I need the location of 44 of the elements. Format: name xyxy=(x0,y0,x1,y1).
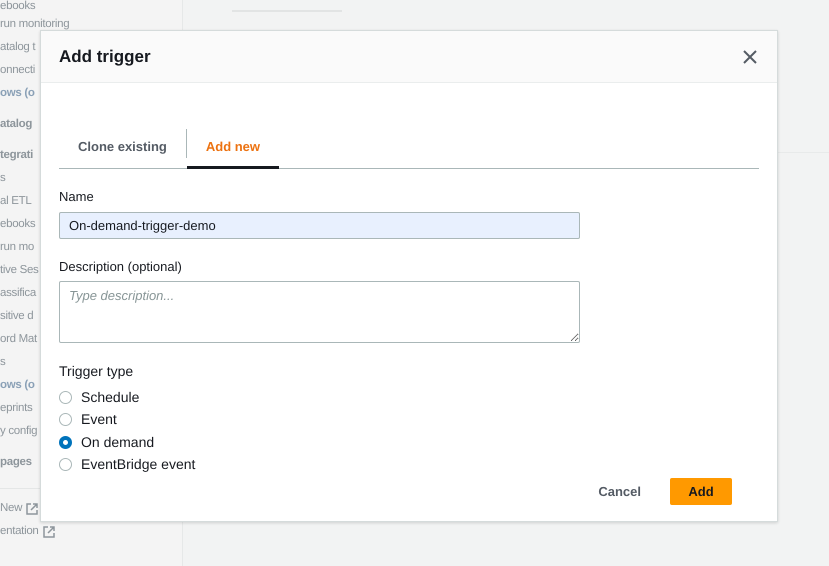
radio-label: Schedule xyxy=(81,388,140,407)
tab[interactable]: Add new xyxy=(186,127,280,169)
sidebar-link[interactable]: s xyxy=(0,351,6,374)
add-button[interactable]: Add xyxy=(670,478,732,505)
external-link-icon xyxy=(26,502,38,514)
sidebar-heading: atalog xyxy=(0,117,32,132)
sidebar-link[interactable]: ord Mat xyxy=(0,328,37,351)
sidebar-link[interactable]: New xyxy=(0,497,22,520)
sidebar-heading[interactable]: ows (o xyxy=(0,374,35,397)
field-label: Trigger type xyxy=(59,362,134,381)
close-button[interactable] xyxy=(741,48,759,66)
sidebar-link[interactable]: onnecti xyxy=(0,59,35,82)
sidebar-link[interactable]: run mo xyxy=(0,236,34,259)
sidebar-heading: pages xyxy=(0,455,32,470)
radio-button[interactable] xyxy=(59,413,72,426)
sidebar-link[interactable]: sitive d xyxy=(0,305,34,328)
radio-label: Event xyxy=(81,410,117,430)
radio-button[interactable] xyxy=(59,436,72,449)
sidebar-link[interactable]: s xyxy=(0,167,6,190)
sidebar-link[interactable]: al ETL xyxy=(0,190,32,213)
sidebar-link[interactable]: assifica xyxy=(0,282,36,305)
external-link-icon xyxy=(42,526,55,538)
sidebar-link[interactable]: run monitoring xyxy=(0,13,70,36)
sidebar-heading[interactable]: ows (o xyxy=(0,82,35,105)
sidebar-link[interactable]: entation xyxy=(0,520,39,543)
radio-label: EventBridge event xyxy=(81,455,196,474)
sidebar-link[interactable]: ebooks xyxy=(0,213,36,236)
name-field[interactable]: On-demand-trigger-demo xyxy=(59,212,580,238)
sidebar-link[interactable]: ebooks xyxy=(0,0,36,13)
sidebar-link[interactable]: tive Ses xyxy=(0,259,39,282)
radio-label: On demand xyxy=(81,432,154,452)
field-label: Description (optional) xyxy=(59,258,182,276)
tab[interactable]: Clone existing xyxy=(59,127,186,169)
sidebar-heading: tegrati xyxy=(0,148,34,163)
sidebar-link[interactable]: y config xyxy=(0,420,38,443)
dialog-title: Add trigger xyxy=(59,46,151,68)
radio-button[interactable] xyxy=(59,458,72,472)
field-label: Name xyxy=(59,188,94,206)
radio-button[interactable] xyxy=(59,390,72,404)
sidebar-link[interactable]: atalog t xyxy=(0,36,36,59)
description-field[interactable]: Type description... xyxy=(59,281,580,343)
cancel-button[interactable]: Cancel xyxy=(579,478,660,505)
sidebar-link[interactable]: eprints xyxy=(0,397,32,420)
close-icon xyxy=(743,50,757,64)
